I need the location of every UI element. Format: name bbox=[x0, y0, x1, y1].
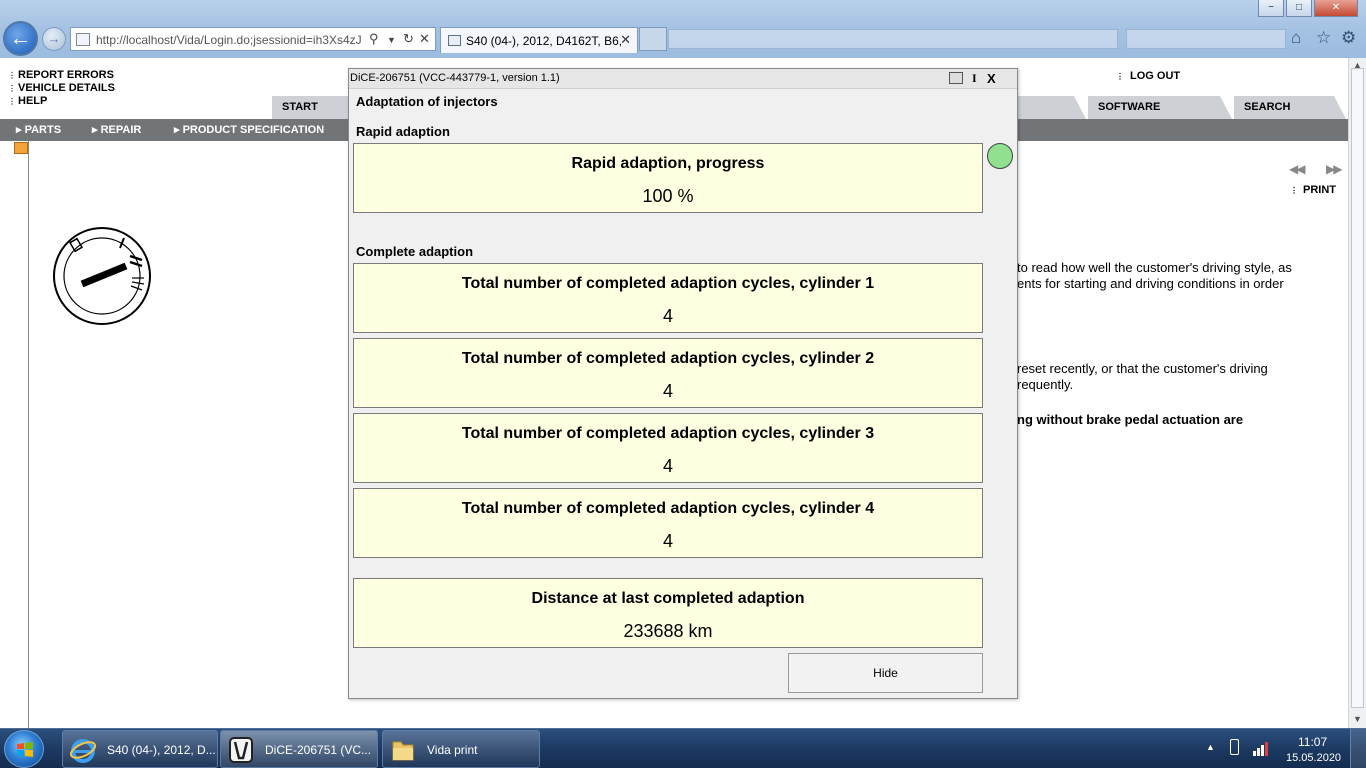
address-text[interactable]: http://localhost/Vida/Login.do;jsessioni… bbox=[96, 33, 364, 47]
scroll-down-icon[interactable]: ▼ bbox=[1353, 714, 1362, 724]
search-box[interactable] bbox=[1126, 29, 1286, 49]
taskbar: S40 (04-), 2012, D... DiCE-206751 (VC...… bbox=[0, 728, 1366, 768]
volvo-dice-icon bbox=[229, 737, 253, 763]
body-text-line: requently. bbox=[1017, 377, 1074, 392]
taskbar-item-label: Vida print bbox=[427, 743, 478, 757]
print-link[interactable]: ⋮ PRINT bbox=[1290, 184, 1336, 196]
rapid-adaption-heading: Rapid adaption bbox=[356, 124, 450, 139]
signal-bars-icon[interactable] bbox=[1252, 740, 1270, 756]
printer-icon[interactable] bbox=[949, 72, 963, 84]
scrollbar-thumb[interactable] bbox=[1351, 68, 1364, 708]
tab-software[interactable]: SOFTWARE bbox=[1088, 96, 1232, 119]
taskbar-item-folder[interactable]: Vida print bbox=[382, 730, 540, 768]
rapid-progress-box: Rapid adaption, progress 100 % bbox=[353, 143, 983, 213]
new-tab-button[interactable] bbox=[639, 27, 667, 51]
subnav-parts[interactable]: ▸ PARTS bbox=[16, 123, 61, 136]
cylinder-1-label: Total number of completed adaption cycle… bbox=[461, 275, 875, 292]
cylinder-3-box: Total number of completed adaption cycle… bbox=[353, 413, 983, 483]
windows-logo-icon bbox=[17, 742, 33, 757]
taskbar-item-dice[interactable]: DiCE-206751 (VC... bbox=[220, 730, 378, 768]
home-icon[interactable]: ⌂ bbox=[1291, 28, 1301, 48]
cylinder-4-box: Total number of completed adaption cycle… bbox=[353, 488, 983, 558]
dice-dialog: DiCE-206751 (VCC-443779-1, version 1.1) … bbox=[348, 68, 1018, 699]
dialog-title: DiCE-206751 (VCC-443779-1, version 1.1) bbox=[350, 72, 560, 84]
dialog-titlebar[interactable]: DiCE-206751 (VCC-443779-1, version 1.1) … bbox=[349, 69, 1017, 89]
page-icon bbox=[448, 35, 461, 46]
folder-icon bbox=[392, 741, 414, 761]
body-text-line: ng without brake pedal actuation are bbox=[1017, 412, 1244, 427]
address-bar[interactable]: http://localhost/Vida/Login.do;jsessioni… bbox=[70, 27, 436, 51]
distance-label: Distance at last completed adaption bbox=[531, 590, 805, 607]
window-controls: − □ ✕ bbox=[1256, 0, 1358, 17]
cylinder-2-label: Total number of completed adaption cycle… bbox=[461, 350, 875, 367]
logout-link[interactable]: ⋮ LOG OUT bbox=[1116, 70, 1180, 82]
rapid-progress-value: 100 % bbox=[642, 186, 694, 206]
maximize-button[interactable]: □ bbox=[1286, 0, 1312, 17]
vertical-scrollbar[interactable]: ▲ ▼ bbox=[1348, 58, 1366, 728]
cylinder-1-value: 4 bbox=[662, 306, 673, 326]
tab-hidden[interactable] bbox=[1010, 96, 1086, 119]
arrow-flag-icon bbox=[14, 142, 28, 154]
clock-date[interactable]: 15.05.2020 bbox=[1286, 752, 1341, 764]
taskbar-item-label: DiCE-206751 (VC... bbox=[265, 743, 372, 757]
rapid-progress-label: Rapid adaption, progress bbox=[571, 155, 765, 172]
forward-button[interactable]: → bbox=[42, 27, 66, 51]
internet-explorer-icon bbox=[69, 739, 97, 763]
favorites-bar bbox=[668, 29, 1118, 49]
show-desktop-button[interactable] bbox=[1350, 729, 1366, 768]
cylinder-2-value: 4 bbox=[662, 381, 673, 401]
refresh-icon[interactable]: ↻ bbox=[403, 31, 414, 47]
favorites-star-icon[interactable]: ☆ bbox=[1316, 28, 1331, 48]
distance-box: Distance at last completed adaption 2336… bbox=[353, 578, 983, 648]
report-errors-link[interactable]: ⋮ REPORT ERRORS bbox=[8, 69, 115, 82]
cylinder-1-box: Total number of completed adaption cycle… bbox=[353, 263, 983, 333]
complete-adaption-heading: Complete adaption bbox=[356, 244, 474, 259]
vehicle-details-link[interactable]: ⋮ VEHICLE DETAILS bbox=[8, 82, 115, 95]
browser-tab-active[interactable]: S40 (04-), 2012, D4162T, B6, ... ✕ bbox=[440, 27, 638, 53]
cylinder-4-label: Total number of completed adaption cycle… bbox=[461, 500, 875, 517]
tools-gear-icon[interactable]: ⚙ bbox=[1341, 28, 1356, 48]
next-page-icon[interactable]: ▶▶ bbox=[1326, 162, 1343, 176]
distance-value: 233688 km bbox=[623, 621, 713, 641]
cylinder-4-value: 4 bbox=[662, 531, 673, 551]
ignition-switch-icon bbox=[53, 227, 151, 325]
dialog-close-button[interactable]: X bbox=[987, 71, 996, 86]
clock-time[interactable]: 11:07 bbox=[1298, 735, 1327, 749]
search-icon[interactable]: ⚲ bbox=[369, 31, 379, 47]
previous-page-icon[interactable]: ◀◀ bbox=[1289, 162, 1306, 176]
tab-title: S40 (04-), 2012, D4162T, B6, ... bbox=[466, 34, 621, 48]
tab-search[interactable]: SEARCH bbox=[1234, 96, 1346, 119]
subnav-repair[interactable]: ▸ REPAIR bbox=[92, 123, 141, 136]
top-links: ⋮ REPORT ERRORS ⋮ VEHICLE DETAILS ⋮ HELP bbox=[8, 69, 115, 108]
taskbar-item-label: S40 (04-), 2012, D... bbox=[107, 743, 216, 757]
body-text-line: ents for starting and driving conditions… bbox=[1017, 276, 1284, 291]
battery-icon[interactable] bbox=[1230, 739, 1239, 755]
hide-button[interactable]: Hide bbox=[788, 653, 983, 693]
close-tab-icon[interactable]: ✕ bbox=[620, 32, 631, 48]
cylinder-3-label: Total number of completed adaption cycle… bbox=[461, 425, 875, 442]
dialog-heading: Adaptation of injectors bbox=[356, 94, 498, 109]
cylinder-3-value: 4 bbox=[662, 456, 673, 476]
start-button[interactable] bbox=[4, 730, 44, 768]
divider bbox=[28, 141, 29, 728]
show-hidden-icons[interactable]: ▲ bbox=[1206, 742, 1215, 752]
info-button[interactable]: I bbox=[972, 71, 977, 86]
body-text-line: to read how well the customer's driving … bbox=[1017, 260, 1292, 275]
dropdown-icon[interactable]: ▼ bbox=[387, 35, 396, 45]
subnav-product-specification[interactable]: ▸ PRODUCT SPECIFICATION bbox=[174, 123, 324, 136]
page-icon bbox=[76, 33, 90, 46]
back-button[interactable]: ← bbox=[3, 21, 38, 56]
close-window-button[interactable]: ✕ bbox=[1314, 0, 1358, 17]
browser-chrome: − □ ✕ ← → http://localhost/Vida/Login.do… bbox=[0, 0, 1366, 58]
cylinder-2-box: Total number of completed adaption cycle… bbox=[353, 338, 983, 408]
stop-icon[interactable]: ✕ bbox=[419, 31, 430, 47]
minimize-button[interactable]: − bbox=[1258, 0, 1284, 17]
help-link[interactable]: ⋮ HELP bbox=[8, 95, 115, 108]
status-indicator bbox=[987, 143, 1013, 169]
body-text-line: reset recently, or that the customer's d… bbox=[1017, 361, 1268, 376]
taskbar-item-browser[interactable]: S40 (04-), 2012, D... bbox=[62, 730, 218, 768]
